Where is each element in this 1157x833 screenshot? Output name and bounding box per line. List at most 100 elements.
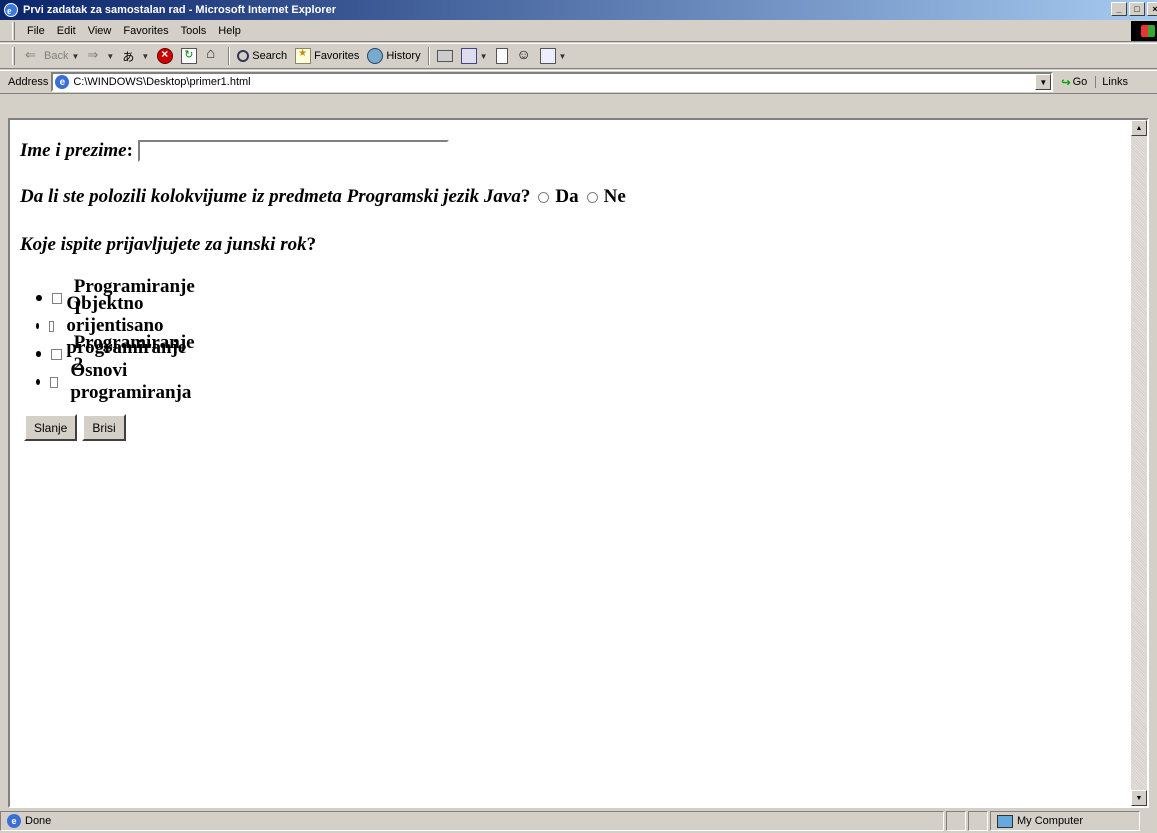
favorites-icon	[295, 48, 312, 64]
address-dropdown-icon[interactable]: ▼	[1035, 74, 1052, 90]
edit-button[interactable]: ▼	[457, 48, 492, 64]
scroll-up-icon[interactable]: ▲	[1131, 120, 1147, 136]
back-dropdown-icon[interactable]: ▼	[71, 52, 79, 61]
toolbar-separator	[427, 47, 430, 65]
forward-button[interactable]: ▼	[83, 47, 118, 64]
exam-label: Osnovi programiranja	[70, 360, 192, 403]
toolbar-grip[interactable]	[12, 47, 15, 65]
search-icon	[237, 50, 250, 62]
bullet-icon	[36, 351, 42, 357]
menu-favorites[interactable]: Favorites	[117, 25, 174, 37]
checkbox-oop[interactable]	[48, 320, 55, 332]
close-button[interactable]: ×	[1147, 2, 1157, 16]
question1-row: Da li ste polozili kolokvijume iz predme…	[20, 186, 626, 208]
radio-da-label: Da	[555, 186, 579, 207]
refresh-button[interactable]	[177, 48, 201, 64]
reset-button[interactable]: Brisi	[82, 414, 126, 441]
menu-bar: File Edit View Favorites Tools Help	[0, 20, 1157, 42]
history-icon	[367, 48, 384, 64]
discuss-button[interactable]	[492, 48, 512, 64]
research-icon	[539, 48, 556, 64]
status-bar: e Done My Computer	[0, 809, 1157, 833]
messenger-button[interactable]	[512, 46, 536, 64]
radio-ne[interactable]	[586, 191, 598, 203]
checkbox-programiranje-1[interactable]	[51, 292, 62, 304]
print-button[interactable]	[433, 50, 457, 62]
windows-logo-icon	[1131, 21, 1157, 41]
edit-dropdown-icon[interactable]: ▼	[480, 52, 488, 61]
exam-list: Programiranje I Objektno orijentisano pr…	[36, 276, 196, 403]
question2-label: Koje ispite prijavljujete za junski rok	[20, 234, 307, 255]
bullet-icon	[36, 323, 39, 329]
back-button[interactable]: Back ▼	[21, 47, 83, 64]
status-text: Done	[25, 815, 52, 827]
home-icon	[205, 45, 221, 64]
search-label: Search	[252, 50, 288, 62]
go-arrow-icon: ↪	[1061, 76, 1071, 89]
edit-icon	[460, 48, 477, 64]
question2-row: Koje ispite prijavljujete za junski rok?	[20, 234, 316, 256]
status-pane	[946, 811, 966, 831]
document-icon	[495, 48, 508, 64]
page-content: Ime i prezime: Da li ste polozili kolokv…	[8, 118, 1149, 808]
people-icon	[516, 46, 532, 64]
status-pane	[968, 811, 988, 831]
address-input[interactable]: e C:\WINDOWS\Desktop\primer1.html ▼	[51, 72, 1054, 92]
menu-edit[interactable]: Edit	[51, 25, 82, 37]
favorites-label: Favorites	[314, 50, 360, 62]
links-button[interactable]: Links	[1095, 76, 1128, 88]
home-button[interactable]	[201, 45, 225, 64]
bullet-icon	[36, 379, 41, 385]
translate-button[interactable]: あ ▼	[118, 48, 153, 64]
toolbar-separator	[228, 47, 231, 65]
history-label: History	[386, 50, 421, 62]
window-controls: _ □ ×	[1111, 2, 1157, 16]
back-label: Back	[44, 50, 69, 62]
favorites-button[interactable]: Favorites	[291, 48, 363, 64]
minimize-button[interactable]: _	[1111, 2, 1127, 16]
address-bar: Address e C:\WINDOWS\Desktop\primer1.htm…	[0, 70, 1157, 94]
history-button[interactable]: History	[363, 48, 424, 64]
address-label: Address	[8, 76, 49, 88]
vertical-scrollbar[interactable]	[1131, 120, 1147, 806]
menu-file[interactable]: File	[21, 25, 51, 37]
forward-dropdown-icon[interactable]: ▼	[106, 52, 114, 61]
submit-button[interactable]: Slanje	[24, 414, 78, 441]
address-url[interactable]: C:\WINDOWS\Desktop\primer1.html	[73, 76, 250, 88]
forward-arrow-icon	[87, 47, 103, 64]
zone-label: My Computer	[1017, 815, 1084, 827]
stop-button[interactable]	[153, 47, 177, 64]
maximize-button[interactable]: □	[1129, 2, 1145, 16]
scroll-down-icon[interactable]: ▼	[1131, 790, 1147, 806]
page-done-icon: e	[7, 814, 21, 828]
name-label: Ime i prezime	[20, 140, 127, 161]
browser-window: e Prvi zadatak za samostalan rad - Micro…	[0, 0, 1157, 833]
computer-icon	[997, 814, 1013, 828]
menu-view[interactable]: View	[82, 25, 118, 37]
menu-grip[interactable]	[12, 21, 15, 40]
checkbox-osnovi[interactable]	[50, 376, 59, 388]
translate-icon: あ	[122, 50, 135, 64]
menu-help[interactable]: Help	[212, 25, 247, 37]
ie-icon: e	[3, 2, 19, 18]
menu-tools[interactable]: Tools	[175, 25, 213, 37]
name-colon: :	[126, 140, 133, 161]
translate-dropdown-icon[interactable]: ▼	[141, 52, 149, 61]
window-title: Prvi zadatak za samostalan rad - Microso…	[23, 4, 336, 16]
research-button[interactable]: ▼	[536, 48, 571, 64]
search-button[interactable]: Search	[233, 50, 291, 62]
question2-mark: ?	[306, 234, 317, 255]
go-label: Go	[1072, 76, 1088, 88]
name-input[interactable]	[137, 140, 449, 162]
research-dropdown-icon[interactable]: ▼	[559, 52, 567, 61]
title-bar[interactable]: e Prvi zadatak za samostalan rad - Micro…	[0, 0, 1157, 20]
radio-da[interactable]	[538, 191, 550, 203]
question1-label: Da li ste polozili kolokvijume iz predme…	[20, 186, 521, 207]
bullet-icon	[36, 295, 42, 301]
go-button[interactable]: ↪ Go	[1053, 76, 1095, 89]
checkbox-programiranje-2[interactable]	[51, 348, 62, 360]
name-row: Ime i prezime:	[20, 140, 449, 162]
svg-text:e: e	[7, 6, 12, 17]
radio-ne-label: Ne	[603, 186, 626, 207]
back-arrow-icon	[25, 47, 41, 64]
